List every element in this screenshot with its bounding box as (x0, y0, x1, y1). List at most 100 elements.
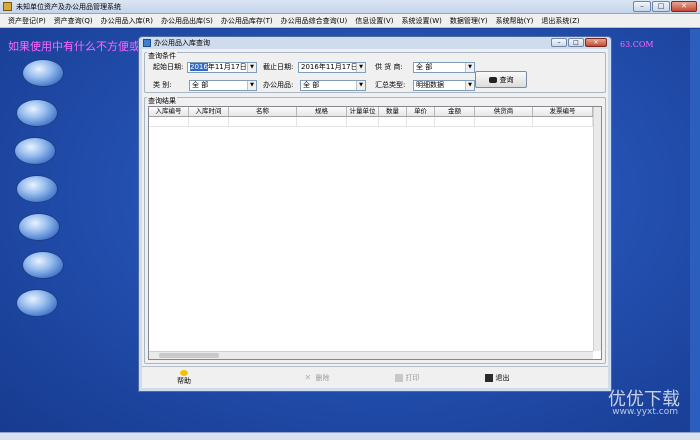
summary-type-select[interactable]: 明细数据 ▼ (413, 80, 475, 91)
product-value: 全 部 (303, 81, 320, 89)
ring-decoration (16, 99, 58, 127)
dialog-minimize-button[interactable]: – (551, 38, 567, 47)
menu-asset-register[interactable]: 资产登记(P) (4, 16, 50, 26)
print-button[interactable]: 打印 (382, 370, 432, 386)
help-button-label: 帮助 (177, 377, 191, 385)
category-select[interactable]: 全 部 ▼ (189, 80, 257, 91)
maximize-button[interactable]: □ (652, 1, 670, 12)
supplier-select[interactable]: 全 部 ▼ (413, 62, 475, 73)
chevron-down-icon[interactable]: ▼ (356, 81, 365, 90)
dialog-title: 办公用品入库查询 (154, 39, 210, 47)
col-header-in-no[interactable]: 入库编号 (149, 107, 189, 116)
col-header-unit-price[interactable]: 单价 (407, 107, 435, 116)
dialog-maximize-button[interactable]: □ (568, 38, 584, 47)
exit-button-label: 退出 (495, 374, 510, 382)
chevron-down-icon[interactable]: ▼ (247, 81, 256, 90)
table-cell (149, 117, 189, 126)
notebook-rings (14, 49, 64, 329)
menu-asset-query[interactable]: 资产查询(Q) (50, 16, 97, 26)
query-button-label: 查询 (499, 75, 514, 84)
dialog-title-bar: 办公用品入库查询 – □ ✕ (139, 37, 611, 49)
col-header-unit[interactable]: 计量单位 (347, 107, 379, 116)
col-header-invoice-no[interactable]: 发票编号 (533, 107, 593, 116)
chevron-down-icon[interactable]: ▼ (356, 63, 365, 72)
col-header-supplier[interactable]: 供货商 (475, 107, 533, 116)
menu-supplies-in[interactable]: 办公用品入库(R) (97, 16, 157, 26)
end-date-value: 2016年11月17日 (301, 63, 358, 71)
start-date-picker[interactable]: 2016年11月17日 ▼ (187, 62, 257, 73)
query-results-group: 查询结果 入库编号 入库时间 名称 规格 计量单位 数量 单价 金额 供货商 发… (144, 97, 606, 364)
chevron-down-icon[interactable]: ▼ (465, 63, 474, 72)
menu-info-settings[interactable]: 信息设置(V) (351, 16, 397, 26)
supplies-in-query-dialog: 办公用品入库查询 – □ ✕ 查询条件 起始日期: 2016年11月17日 ▼ … (138, 36, 612, 392)
menu-system-help[interactable]: 系统帮助(Y) (492, 16, 538, 26)
table-cell (347, 117, 379, 126)
menu-data-management[interactable]: 数据管理(Y) (446, 16, 492, 26)
ring-decoration (16, 289, 58, 317)
dialog-action-bar: 帮助 ✕ 删除 打印 退出 (142, 366, 608, 388)
ring-decoration (22, 251, 64, 279)
start-date-year-selected: 2016 (190, 63, 208, 71)
close-button[interactable]: ✕ (671, 1, 697, 12)
delete-button-label: 删除 (315, 374, 330, 382)
dialog-icon (143, 39, 151, 47)
help-button[interactable]: 帮助 (164, 370, 204, 386)
status-bar (0, 432, 700, 440)
menu-exit-system[interactable]: 退出系统(Z) (537, 16, 583, 26)
table-cell (379, 117, 407, 126)
chevron-down-icon[interactable]: ▼ (465, 81, 474, 90)
col-header-spec[interactable]: 规格 (297, 107, 347, 116)
table-cell (297, 117, 347, 126)
app-window: 未知单位资产及办公用品管理系统 – □ ✕ 资产登记(P) 资产查询(Q) 办公… (0, 0, 700, 440)
exit-button[interactable]: 退出 (472, 370, 522, 386)
scrollbar-thumb[interactable] (159, 353, 219, 358)
exit-icon (484, 374, 493, 382)
start-date-label: 起始日期: (153, 63, 184, 71)
title-bar: 未知单位资产及办公用品管理系统 – □ ✕ (0, 0, 700, 14)
col-header-quantity[interactable]: 数量 (379, 107, 407, 116)
chevron-down-icon[interactable]: ▼ (247, 63, 256, 72)
product-select[interactable]: 全 部 ▼ (300, 80, 366, 91)
col-header-amount[interactable]: 金额 (435, 107, 475, 116)
category-value: 全 部 (192, 81, 209, 89)
summary-type-value: 明细数据 (416, 81, 444, 89)
col-header-in-time[interactable]: 入库时间 (189, 107, 229, 116)
table-vertical-scrollbar[interactable] (593, 107, 601, 351)
query-button[interactable]: 查询 (475, 71, 527, 88)
binoculars-icon (488, 76, 497, 83)
menu-supplies-out[interactable]: 办公用品出库(S) (157, 16, 217, 26)
marquee-tail-text: 63.COM (620, 40, 654, 49)
results-table[interactable]: 入库编号 入库时间 名称 规格 计量单位 数量 单价 金额 供货商 发票编号 (148, 106, 602, 360)
app-icon (3, 2, 12, 11)
dialog-window-controls: – □ ✕ (551, 38, 607, 47)
end-date-picker[interactable]: 2016年11月17日 ▼ (298, 62, 366, 73)
ring-decoration (16, 175, 58, 203)
query-conditions-title: 查询条件 (147, 52, 177, 60)
col-header-name[interactable]: 名称 (229, 107, 297, 116)
print-button-label: 打印 (405, 374, 420, 382)
table-cell (229, 117, 297, 126)
ring-decoration (22, 59, 64, 87)
window-controls: – □ ✕ (633, 1, 697, 12)
menu-supplies-query[interactable]: 办公用品综合查询(U) (277, 16, 352, 26)
delete-icon: ✕ (304, 373, 312, 382)
menu-bar: 资产登记(P) 资产查询(Q) 办公用品入库(R) 办公用品出库(S) 办公用品… (0, 14, 700, 28)
table-horizontal-scrollbar[interactable] (149, 351, 593, 359)
category-label: 类 别: (153, 81, 172, 89)
end-date-label: 截止日期: (263, 63, 294, 71)
query-conditions-group: 查询条件 起始日期: 2016年11月17日 ▼ 截止日期: 2016年11月1… (144, 52, 606, 93)
marquee-text: 如果使用中有什么不方便或 (8, 40, 140, 53)
table-row[interactable] (149, 117, 601, 127)
desktop-scrollbar[interactable] (690, 29, 700, 440)
table-cell (189, 117, 229, 126)
table-cell (407, 117, 435, 126)
delete-button[interactable]: ✕ 删除 (292, 370, 342, 386)
dialog-close-button[interactable]: ✕ (585, 38, 607, 47)
watermark-url: www.yyxt.com (612, 407, 678, 417)
menu-supplies-stock[interactable]: 办公用品库存(T) (217, 16, 277, 26)
minimize-button[interactable]: – (633, 1, 651, 12)
printer-icon (394, 374, 403, 382)
start-date-rest: 年11月17日 (207, 63, 247, 71)
query-results-title: 查询结果 (147, 97, 177, 105)
menu-system-settings[interactable]: 系统设置(W) (398, 16, 446, 26)
